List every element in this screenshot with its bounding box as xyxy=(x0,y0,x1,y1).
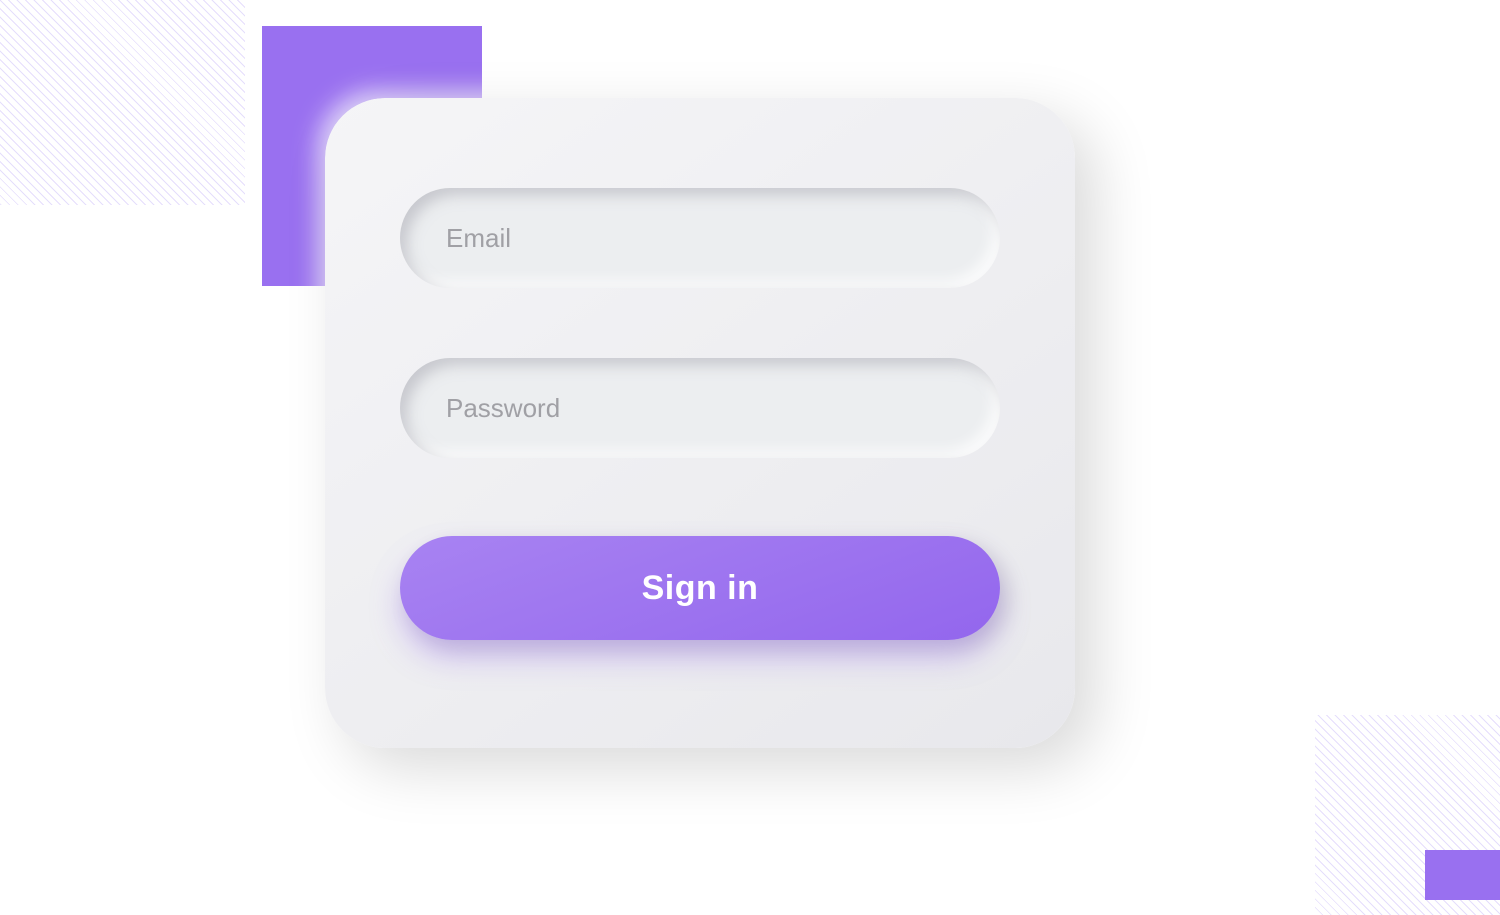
email-field[interactable] xyxy=(400,188,1000,288)
decorative-square-bottom xyxy=(1425,850,1500,900)
password-field[interactable] xyxy=(400,358,1000,458)
signin-card: Sign in xyxy=(325,98,1075,748)
signin-button[interactable]: Sign in xyxy=(400,536,1000,640)
decorative-pattern-top-left xyxy=(0,0,245,205)
